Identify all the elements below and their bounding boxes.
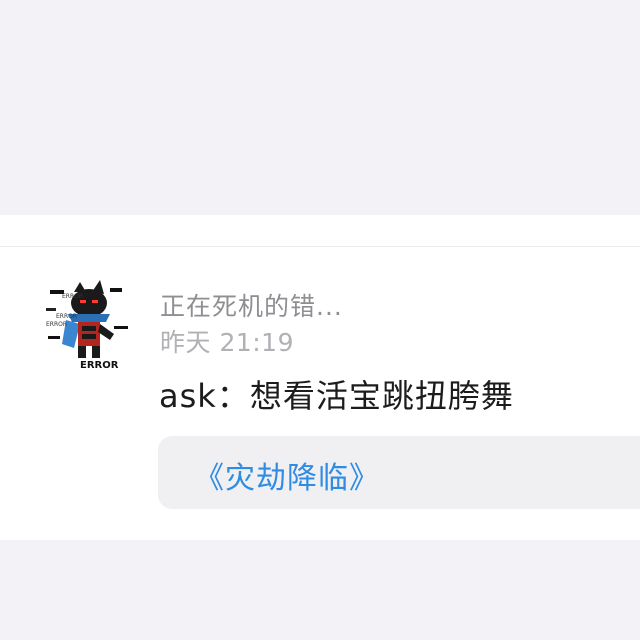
avatar-error-label: ERROR: [80, 360, 119, 371]
bottom-background: [0, 540, 640, 640]
post-message: ask：想看活宝跳扭胯舞: [159, 377, 514, 415]
avatar-error-text-small: ERROR: [62, 293, 83, 300]
avatar-icon: ERROR ERROR ERROR ERROR: [46, 280, 128, 371]
quote-link[interactable]: 《灾劫降临》: [194, 453, 380, 497]
username[interactable]: 正在死机的错...: [160, 287, 343, 323]
quote-link-box[interactable]: 《灾劫降临》: [158, 436, 640, 509]
svg-text:ERROR: ERROR: [46, 321, 67, 328]
top-background: [0, 0, 640, 215]
post-card[interactable]: ERROR ERROR ERROR ERROR 正在死机的错... 昨天 21:…: [0, 215, 640, 540]
post-timestamp: 昨天 21:19: [160, 328, 294, 357]
avatar[interactable]: ERROR ERROR ERROR ERROR: [44, 278, 132, 376]
svg-text:ERROR: ERROR: [56, 313, 77, 320]
divider: [0, 246, 640, 247]
